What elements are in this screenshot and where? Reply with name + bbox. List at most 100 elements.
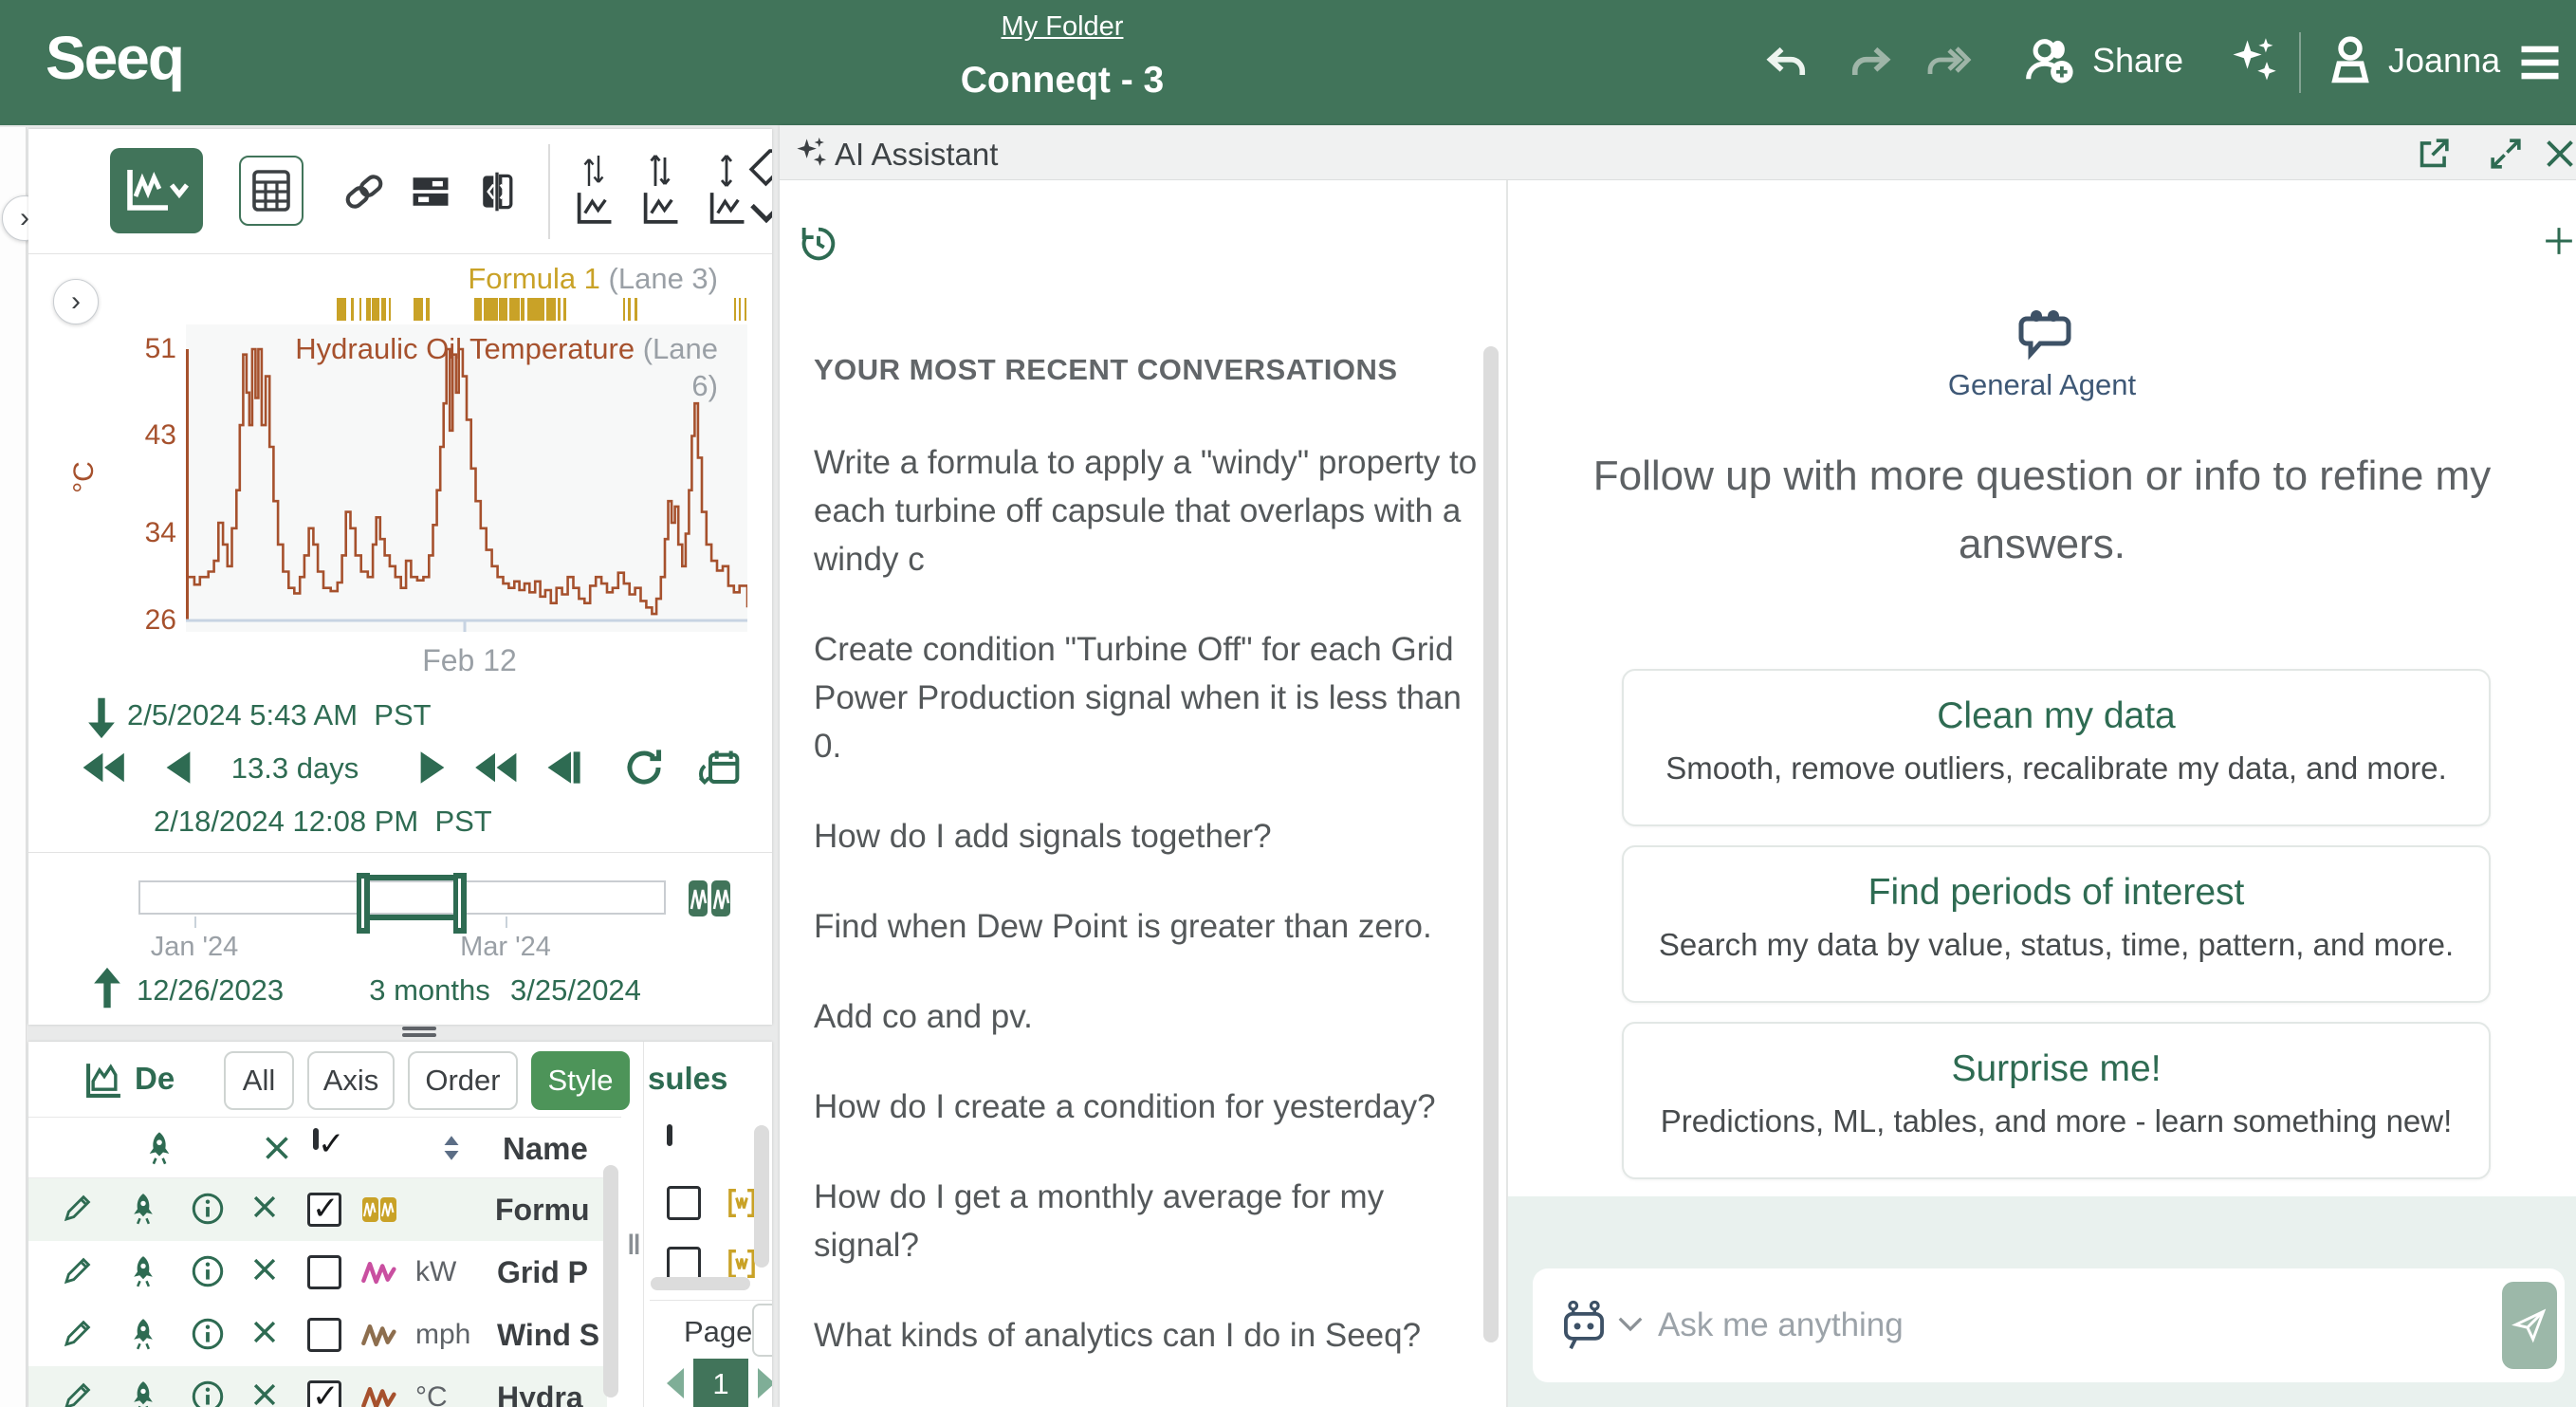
conversation-item[interactable]: How do I create a condition for yesterda…	[814, 1083, 1478, 1131]
remove-all-icon[interactable]	[260, 1131, 294, 1165]
user-menu[interactable]: Joanna	[2326, 34, 2500, 87]
share-button[interactable]: Share	[2018, 34, 2183, 87]
suggestion-title[interactable]: Find periods of interest	[1624, 872, 2489, 914]
tab-style[interactable]: Style	[531, 1051, 630, 1110]
step-back-full-icon[interactable]	[82, 746, 125, 789]
trend-view-button[interactable]	[110, 148, 203, 233]
remove-icon[interactable]	[248, 1379, 286, 1407]
toolbar-more-chevron-icon[interactable]	[747, 199, 772, 231]
table-row[interactable]: kWGrid P	[28, 1241, 607, 1304]
rocket-icon[interactable]	[125, 1316, 163, 1354]
investigate-range-duration[interactable]: 3 months	[368, 973, 491, 1008]
capsule-bar[interactable]	[499, 298, 507, 321]
conversation-item[interactable]: What kinds of analytics can I do in Seeq…	[814, 1311, 1478, 1360]
info-icon[interactable]	[190, 1253, 228, 1291]
capsules-hscrollbar[interactable]	[651, 1277, 750, 1290]
capsule-bar[interactable]	[366, 298, 371, 321]
lane3-label[interactable]: Formula 1 (Lane 3)	[468, 262, 718, 296]
display-range-start[interactable]: 2/5/2024 5:43 AM PST	[127, 698, 432, 732]
row-name[interactable]: Hydra	[497, 1380, 603, 1407]
table-row[interactable]: °CHydra	[28, 1366, 607, 1407]
selection-right-handle[interactable]	[453, 873, 467, 934]
fit-trend-icon[interactable]	[688, 879, 731, 918]
rocket-icon[interactable]	[125, 1191, 163, 1229]
edit-pencil-icon[interactable]	[61, 1379, 99, 1407]
sparkles-icon[interactable]	[2227, 34, 2276, 83]
range-start-arrow-icon[interactable]	[82, 694, 123, 740]
capsules-select-all-checkbox[interactable]	[667, 1124, 672, 1146]
redo-all-icon[interactable]	[1923, 38, 1973, 87]
capsule-lane[interactable]	[337, 298, 747, 321]
conversation-item[interactable]: Add co and pv.	[814, 992, 1478, 1041]
capsule-bar[interactable]	[381, 298, 386, 321]
capsule-bar[interactable]	[527, 298, 543, 321]
details-capsules-splitter[interactable]: ‖	[627, 1230, 644, 1268]
row-checkbox[interactable]	[307, 1318, 341, 1352]
capsule-bar[interactable]	[546, 298, 556, 321]
suggestion-title[interactable]: Clean my data	[1624, 695, 2489, 737]
compare-view-icon[interactable]	[474, 169, 520, 214]
capsule-checkbox[interactable]	[667, 1186, 701, 1220]
remove-icon[interactable]	[248, 1191, 286, 1229]
capsule-row[interactable]	[667, 1247, 758, 1281]
tab-all[interactable]: All	[224, 1051, 294, 1110]
conversation-item[interactable]: Write a formula to apply a "windy" prope…	[814, 438, 1478, 583]
capsule-bar[interactable]	[484, 298, 497, 321]
capsule-bar[interactable]	[359, 298, 361, 321]
capsule-bar[interactable]	[474, 298, 483, 321]
tab-axis[interactable]: Axis	[307, 1051, 395, 1110]
customize-lane-icon[interactable]	[567, 152, 622, 233]
expand-panel-icon[interactable]	[2489, 137, 2523, 171]
table-row[interactable]: mphWind S	[28, 1304, 607, 1366]
remove-icon[interactable]	[248, 1316, 286, 1354]
row-checkbox[interactable]	[307, 1380, 341, 1407]
row-name[interactable]: Formu	[495, 1193, 601, 1228]
lane6-label[interactable]: Hydraulic Oil Temperature (Lane6)	[295, 330, 718, 404]
details-scrollbar[interactable]	[603, 1165, 618, 1398]
undo-icon[interactable]	[1762, 38, 1812, 87]
info-icon[interactable]	[190, 1191, 228, 1229]
suggestion-title[interactable]: Surprise me!	[1624, 1048, 2489, 1090]
rocket-icon[interactable]	[125, 1379, 163, 1407]
rearrange-lanes-icon[interactable]	[634, 152, 689, 233]
capsule-bar[interactable]	[372, 298, 379, 321]
link-icon[interactable]	[341, 169, 387, 214]
step-forward-full-icon[interactable]	[472, 746, 516, 789]
capsules-vscrollbar[interactable]	[754, 1125, 769, 1268]
auto-update-icon[interactable]	[622, 746, 666, 789]
capsule-bar[interactable]	[623, 298, 625, 321]
breadcrumb[interactable]: My Folder	[1002, 11, 1124, 43]
panel-resize-handle[interactable]	[402, 1027, 436, 1040]
conversation-item[interactable]: How do I add signals together?	[814, 812, 1478, 861]
suggestion-card[interactable]: Clean my dataSmooth, remove outliers, re…	[1622, 669, 2491, 826]
capsule-bar[interactable]	[389, 298, 391, 321]
step-to-end-icon[interactable]	[544, 746, 588, 789]
step-forward-icon[interactable]	[414, 746, 457, 789]
expand-trend-tools-button[interactable]: ›	[53, 279, 99, 324]
conversation-item[interactable]: Find when Dew Point is greater than zero…	[814, 902, 1478, 951]
timeline-selection[interactable]	[359, 875, 465, 920]
capsule-bar[interactable]	[509, 298, 520, 321]
capsule-bar[interactable]	[521, 298, 524, 321]
open-external-icon[interactable]	[2417, 137, 2451, 171]
display-range-duration[interactable]: 13.3 days	[214, 751, 376, 786]
table-row[interactable]: Formu	[28, 1178, 607, 1241]
capsule-bar[interactable]	[734, 298, 736, 321]
row-name[interactable]: Grid P	[497, 1255, 603, 1290]
remove-icon[interactable]	[248, 1253, 286, 1291]
seeq-logo[interactable]: Seeq	[46, 23, 183, 93]
page-number-button[interactable]: 1	[693, 1359, 748, 1407]
edit-pencil-icon[interactable]	[61, 1253, 99, 1291]
capsule-bar[interactable]	[426, 298, 430, 321]
investigate-range-end[interactable]: 3/25/2024	[510, 973, 641, 1008]
conversations-scrollbar[interactable]	[1483, 346, 1499, 1342]
send-button[interactable]	[2502, 1282, 2557, 1369]
history-icon[interactable]	[799, 224, 838, 264]
page-next-icon[interactable]	[758, 1368, 772, 1398]
capsule-bar[interactable]	[628, 298, 630, 321]
edit-pencil-icon[interactable]	[61, 1316, 99, 1354]
conversation-item[interactable]: Create condition "Turbine Off" for each …	[814, 625, 1478, 770]
investigate-up-arrow-icon[interactable]	[87, 966, 127, 1011]
close-panel-icon[interactable]	[2543, 137, 2576, 171]
lanes-icon[interactable]	[408, 169, 453, 214]
